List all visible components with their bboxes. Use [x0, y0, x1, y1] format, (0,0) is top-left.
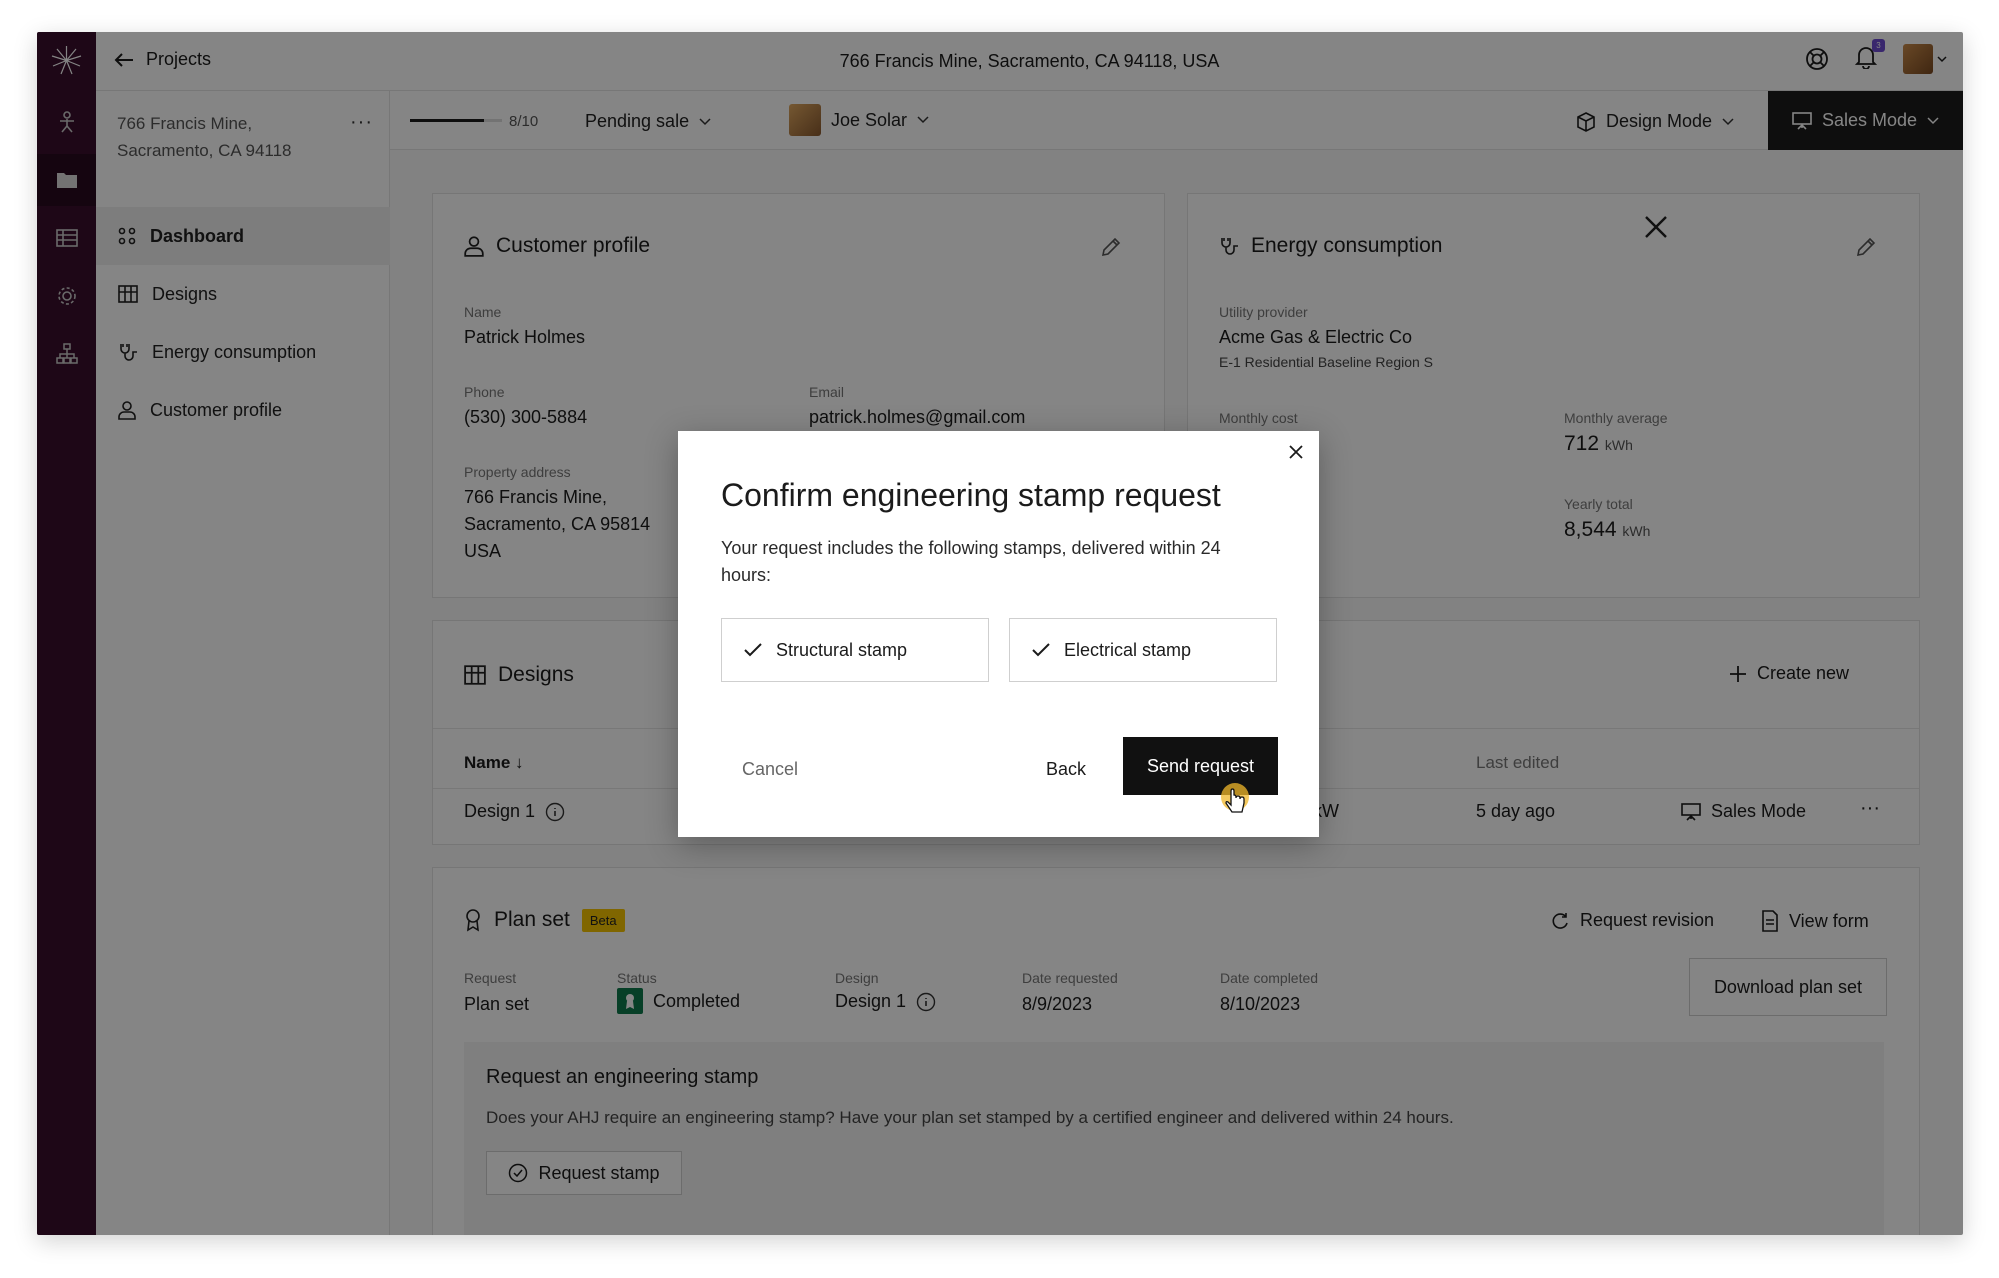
checkmark-icon [1032, 643, 1050, 657]
close-icon[interactable] [1643, 214, 1669, 240]
confirm-stamp-dialog: Confirm engineering stamp request Your r… [678, 431, 1319, 837]
modal-close-button[interactable] [1285, 441, 1307, 463]
dialog-body: Your request includes the following stam… [721, 538, 1221, 585]
close-icon [1289, 445, 1303, 459]
electrical-stamp-option[interactable]: Electrical stamp [1009, 618, 1277, 682]
structural-stamp-option[interactable]: Structural stamp [721, 618, 989, 682]
structural-stamp-label: Structural stamp [776, 639, 908, 660]
dialog-title: Confirm engineering stamp request [721, 477, 1221, 513]
back-button[interactable]: Back [1046, 759, 1086, 780]
cancel-button[interactable]: Cancel [742, 759, 798, 780]
electrical-stamp-label: Electrical stamp [1064, 639, 1192, 660]
app-window: Projects 766 Francis Mine, Sacramento, C… [37, 32, 1963, 1235]
checkmark-icon [744, 643, 762, 657]
hand-cursor-icon [1221, 783, 1249, 813]
